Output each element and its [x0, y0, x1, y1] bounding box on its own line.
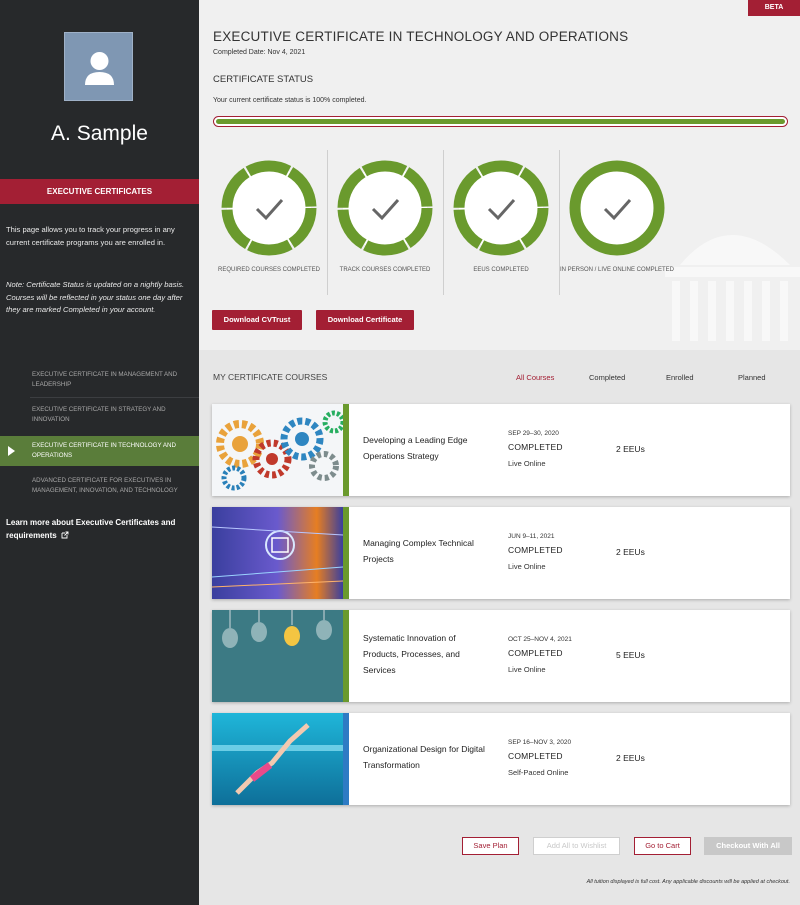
- course-date: SEP 29–30, 2020: [508, 430, 559, 437]
- stat-label: TRACK COURSES COMPLETED: [339, 267, 431, 273]
- learn-more-link[interactable]: Learn more about Executive Certificates …: [6, 516, 192, 542]
- course-name[interactable]: Systematic Innovation of Products, Proce…: [363, 630, 493, 678]
- course-card[interactable]: Developing a Leading Edge Operations Str…: [212, 404, 790, 496]
- check-icon: [569, 160, 665, 256]
- sidebar-item-technology-operations[interactable]: EXECUTIVE CERTIFICATE IN TECHNOLOGY AND …: [0, 436, 199, 466]
- course-eeus: 2 EEUs: [616, 444, 645, 454]
- course-format: Self-Paced Online: [508, 768, 569, 777]
- page-title: EXECUTIVE CERTIFICATE IN TECHNOLOGY AND …: [213, 29, 629, 44]
- sidebar-note: Note: Certificate Status is updated on a…: [6, 280, 185, 314]
- course-status: COMPLETED: [508, 648, 563, 658]
- course-format: Live Online: [508, 665, 546, 674]
- stat-label: EEUS COMPLETED: [473, 267, 529, 273]
- sidebar-item-strategy-innovation[interactable]: EXECUTIVE CERTIFICATE IN STRATEGY AND IN…: [0, 405, 199, 425]
- stat-track-courses: TRACK COURSES COMPLETED: [327, 150, 443, 295]
- course-date: SEP 16–NOV 3, 2020: [508, 739, 572, 746]
- learn-more-label: Learn more about Executive Certificates …: [6, 518, 176, 540]
- status-text: Your current certificate status is 100% …: [213, 97, 367, 104]
- filter-completed[interactable]: Completed: [589, 373, 625, 382]
- course-image-lightbulbs: [212, 610, 343, 702]
- course-date: OCT 25–NOV 4, 2021: [508, 636, 572, 643]
- course-format: Live Online: [508, 459, 546, 468]
- course-card[interactable]: Managing Complex Technical Projects JUN …: [212, 507, 790, 599]
- check-icon: [453, 160, 549, 256]
- building-watermark-icon: [665, 235, 800, 341]
- course-eeus: 5 EEUs: [616, 650, 645, 660]
- course-eeus: 2 EEUs: [616, 547, 645, 557]
- avatar: [64, 32, 133, 101]
- filter-planned[interactable]: Planned: [738, 373, 766, 382]
- course-status-bar: [343, 404, 349, 496]
- completed-date: Completed Date: Nov 4, 2021: [213, 49, 306, 56]
- course-status: COMPLETED: [508, 751, 563, 761]
- sidebar-item-label: ADVANCED CERTIFICATE FOR EXECUTIVES IN M…: [32, 477, 178, 494]
- sidebar-item-advanced-certificate[interactable]: ADVANCED CERTIFICATE FOR EXECUTIVES IN M…: [0, 476, 199, 496]
- sidebar: A. Sample EXECUTIVE CERTIFICATES This pa…: [0, 0, 199, 905]
- save-plan-button[interactable]: Save Plan: [462, 837, 519, 855]
- user-name: A. Sample: [51, 122, 148, 145]
- course-name[interactable]: Organizational Design for Digital Transf…: [363, 741, 493, 773]
- certificate-status-panel: BETA EXECUTIVE CERTIFICATE IN TECHNOLOGY…: [199, 0, 800, 350]
- external-link-icon: [61, 531, 69, 539]
- stat-label: IN PERSON / LIVE ONLINE COMPLETED: [559, 267, 675, 273]
- divider: [30, 397, 199, 398]
- add-all-to-wishlist-button[interactable]: Add All to Wishlist: [533, 837, 620, 855]
- courses-heading: MY CERTIFICATE COURSES: [213, 372, 328, 382]
- stat-eeus: EEUS COMPLETED: [443, 150, 559, 295]
- stat-required-courses: REQUIRED COURSES COMPLETED: [211, 150, 327, 295]
- course-name[interactable]: Developing a Leading Edge Operations Str…: [363, 432, 493, 464]
- sidebar-item-label: EXECUTIVE CERTIFICATE IN MANAGEMENT AND …: [32, 371, 178, 388]
- course-status-bar: [343, 713, 349, 805]
- check-icon: [337, 160, 433, 256]
- course-image-gears: [212, 404, 343, 496]
- checkout-with-all-button[interactable]: Checkout With All: [704, 837, 792, 855]
- course-status-bar: [343, 610, 349, 702]
- sidebar-description: This page allows you to track your progr…: [6, 225, 175, 247]
- course-status: COMPLETED: [508, 442, 563, 452]
- beta-badge: BETA: [748, 0, 800, 16]
- stat-label: REQUIRED COURSES COMPLETED: [217, 267, 320, 273]
- course-image-diver: [212, 713, 343, 805]
- course-status-bar: [343, 507, 349, 599]
- sidebar-item-management-leadership[interactable]: EXECUTIVE CERTIFICATE IN MANAGEMENT AND …: [0, 370, 199, 390]
- sidebar-item-label: EXECUTIVE CERTIFICATE IN TECHNOLOGY AND …: [32, 442, 176, 459]
- progress-bar: [213, 116, 788, 127]
- filter-all-courses[interactable]: All Courses: [516, 373, 554, 382]
- filter-enrolled[interactable]: Enrolled: [666, 373, 694, 382]
- course-name[interactable]: Managing Complex Technical Projects: [363, 535, 493, 567]
- check-icon: [221, 160, 317, 256]
- course-status: COMPLETED: [508, 545, 563, 555]
- stat-in-person: IN PERSON / LIVE ONLINE COMPLETED: [559, 150, 675, 295]
- course-format: Live Online: [508, 562, 546, 571]
- sidebar-item-label: EXECUTIVE CERTIFICATE IN STRATEGY AND IN…: [32, 406, 166, 423]
- section-title: EXECUTIVE CERTIFICATES: [0, 179, 199, 204]
- play-arrow-icon: [8, 446, 15, 456]
- course-date: JUN 9–11, 2021: [508, 533, 555, 540]
- progress-fill: [216, 119, 785, 124]
- download-cvtrust-button[interactable]: Download CVTrust: [212, 310, 302, 330]
- status-heading: CERTIFICATE STATUS: [213, 74, 314, 85]
- disclaimer-text: All tuition displayed is full cost. Any …: [586, 879, 790, 885]
- course-image-tech: [212, 507, 343, 599]
- course-card[interactable]: Organizational Design for Digital Transf…: [212, 713, 790, 805]
- course-eeus: 2 EEUs: [616, 753, 645, 763]
- course-card[interactable]: Systematic Innovation of Products, Proce…: [212, 610, 790, 702]
- main-content: BETA EXECUTIVE CERTIFICATE IN TECHNOLOGY…: [199, 0, 800, 905]
- download-certificate-button[interactable]: Download Certificate: [316, 310, 414, 330]
- user-icon: [85, 52, 114, 85]
- go-to-cart-button[interactable]: Go to Cart: [634, 837, 691, 855]
